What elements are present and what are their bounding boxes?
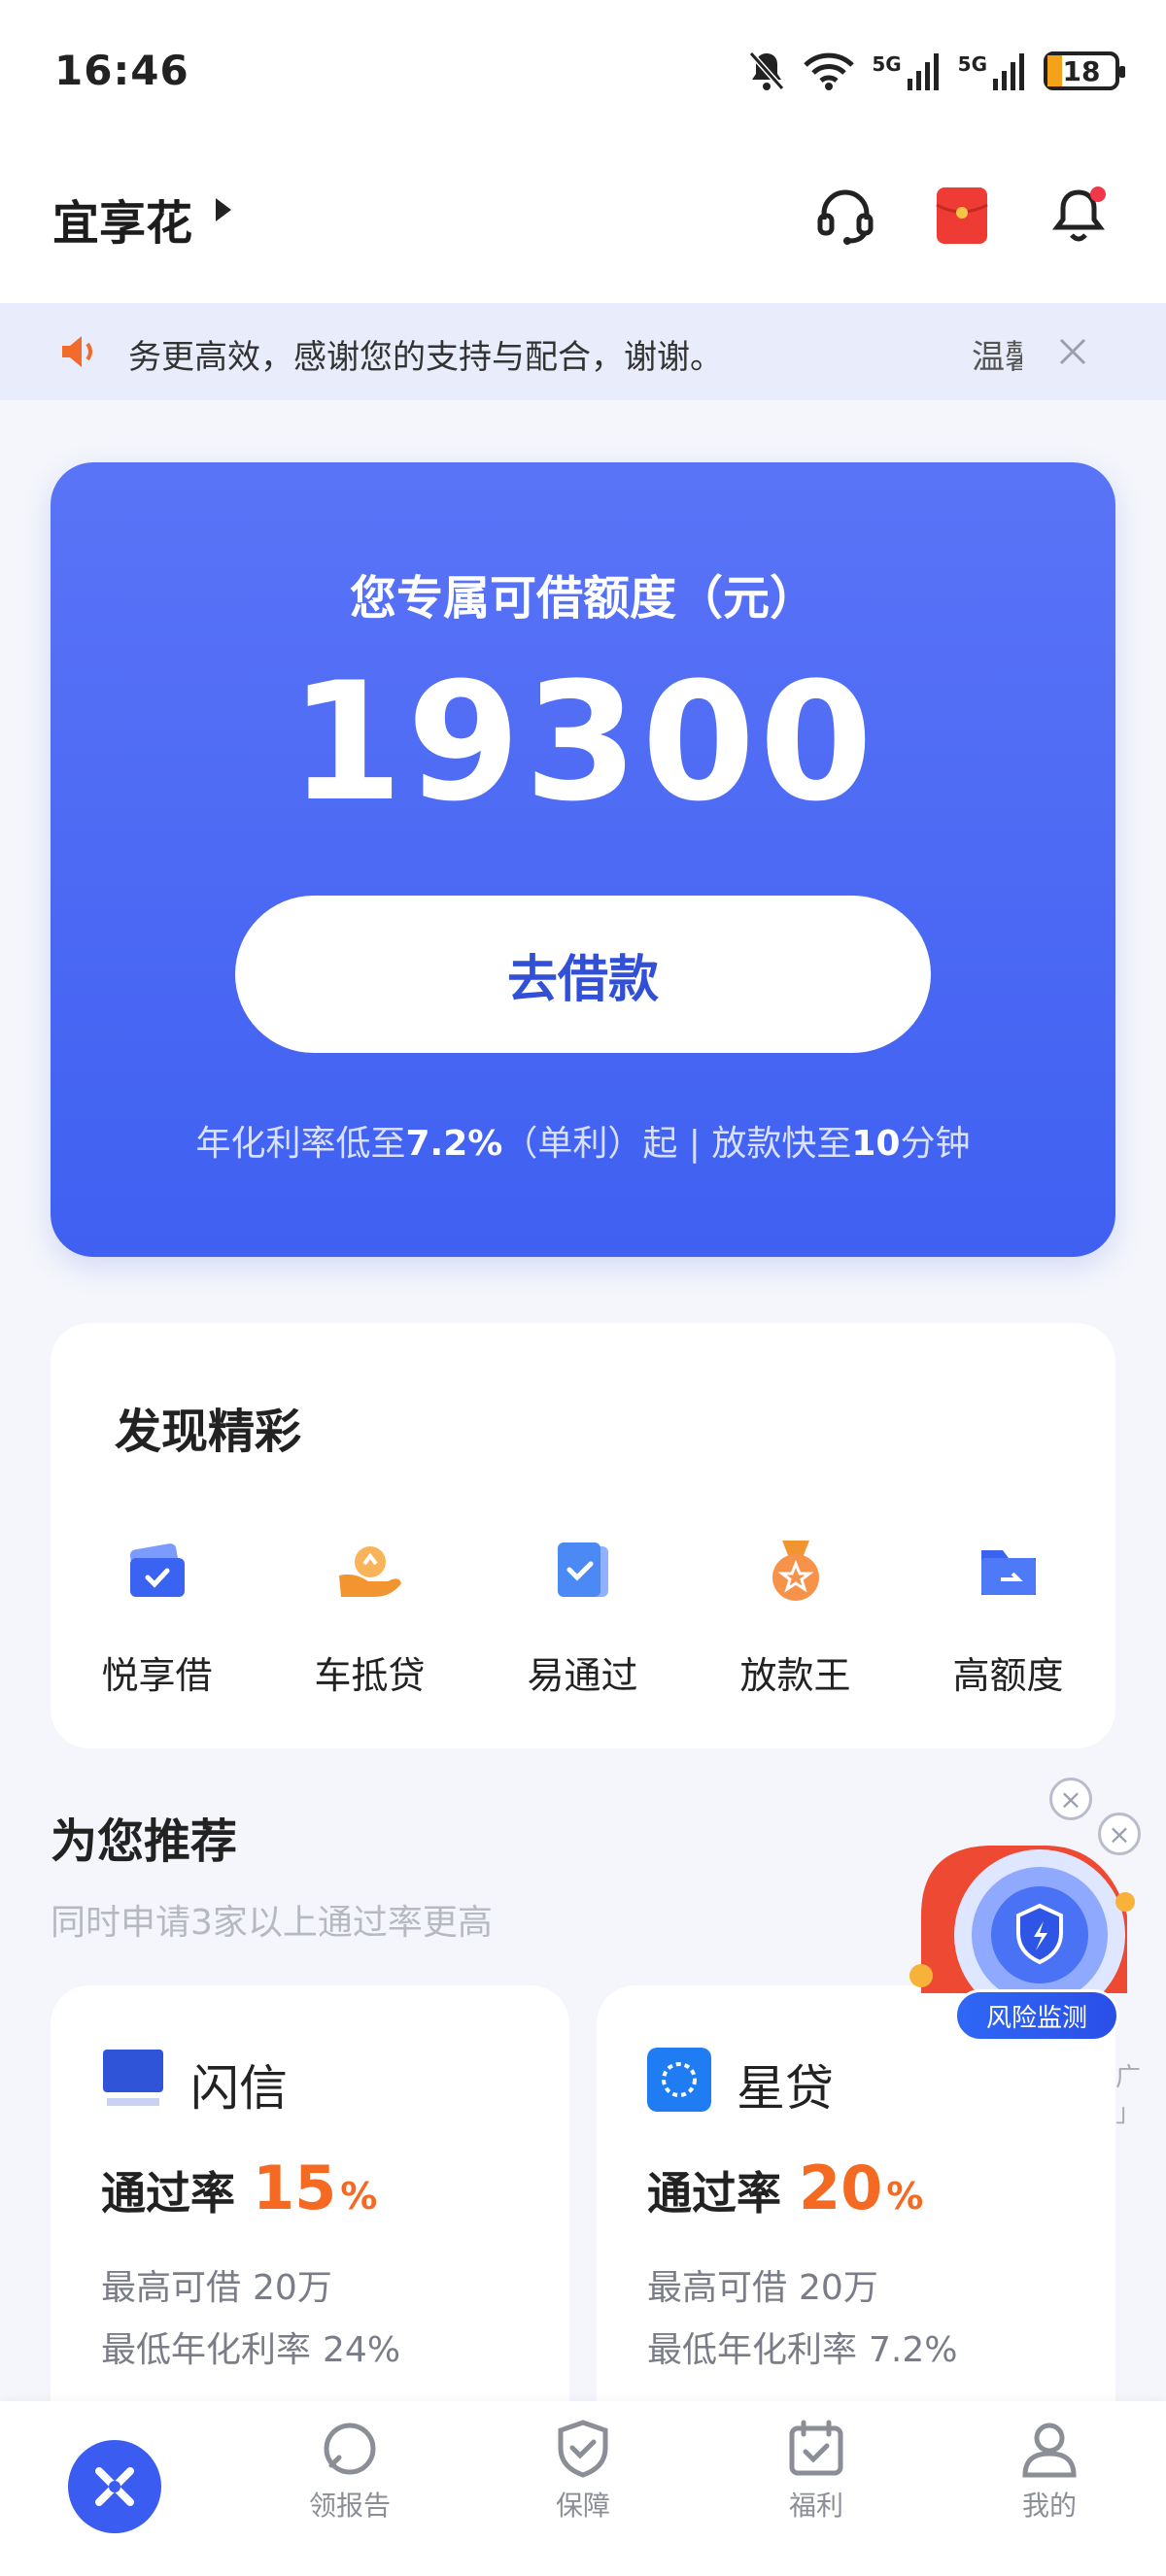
document-check-icon: [557, 1542, 608, 1597]
discover-item-gaoedu[interactable]: 高额度: [902, 1537, 1115, 1699]
hand-coin-icon: [338, 1546, 401, 1597]
discover-item-label: 悦享借: [101, 1654, 213, 1697]
nav-home[interactable]: [68, 2440, 161, 2533]
nav-mine[interactable]: 我的: [972, 2417, 1127, 2524]
signal-5g-icon: [993, 53, 1024, 90]
footnote-part2: （单利）起 | 放款快至: [502, 1124, 852, 1164]
shanxin-logo-icon: [101, 2048, 165, 2112]
discover-item-label: 车抵贷: [314, 1654, 426, 1697]
signal-5g-icon: [907, 53, 939, 90]
nav-protection[interactable]: 保障: [505, 2417, 661, 2524]
credit-footnote: 年化利率低至7.2%（单利）起 | 放款快至10分钟: [51, 1115, 1115, 1166]
battery-level: 18: [1062, 54, 1101, 87]
app-page: 16:46 5G 5G 18 宜享花 务更高效，感谢您的支持与配合，谢谢。 温馨…: [0, 0, 1166, 2576]
xingdai-logo-icon: [647, 2048, 711, 2112]
pass-rate-value: 20: [799, 2152, 883, 2223]
app-title[interactable]: 宜享花: [52, 185, 192, 253]
discover-item-fangkuanwang[interactable]: 放款王: [689, 1537, 902, 1699]
shield-icon: [558, 2420, 608, 2478]
product-name: 星贷: [737, 2060, 834, 2117]
home-logo-icon: [95, 2467, 134, 2506]
discover-item-label: 放款王: [739, 1654, 851, 1697]
signal-2-label: 5G: [957, 52, 987, 76]
recommend-subtitle: 同时申请3家以上通过率更高: [51, 1903, 493, 1943]
close-icon[interactable]: ×: [1049, 1778, 1092, 1820]
pass-rate-value: 15: [253, 2152, 337, 2223]
pass-rate-row: 通过率 20 %: [647, 2152, 923, 2223]
nav-label: 领报告: [308, 2490, 391, 2522]
nav-welfare[interactable]: 福利: [738, 2417, 894, 2524]
medal-icon: [772, 1541, 819, 1601]
report-icon: [324, 2423, 376, 2475]
app-header: 宜享花: [0, 146, 1166, 303]
max-amount-row: 最高可借 20万: [101, 2259, 332, 2310]
wifi-icon: [804, 52, 855, 90]
status-time: 16:46: [54, 47, 189, 94]
pass-rate-row: 通过率 15 %: [101, 2152, 377, 2223]
status-bar: 16:46 5G 5G 18: [0, 0, 1166, 146]
headset-icon[interactable]: [810, 181, 880, 251]
mute-bell-icon: [749, 51, 785, 90]
footnote-part1: 年化利率低至: [195, 1124, 406, 1164]
bell-icon[interactable]: [1044, 181, 1114, 251]
footnote-minutes: 10: [851, 1124, 901, 1164]
battery-icon: 18: [1044, 51, 1125, 90]
close-icon[interactable]: ×: [1098, 1813, 1141, 1855]
close-icon[interactable]: [1053, 332, 1092, 371]
risk-monitor-widget[interactable]: × × 风险监测: [904, 1778, 1141, 2051]
max-amount-label: 最高可借: [101, 2268, 242, 2308]
nav-report[interactable]: 领报告: [272, 2417, 428, 2524]
signal-1-label: 5G: [872, 52, 902, 76]
notice-text: 务更高效，感谢您的支持与配合，谢谢。: [128, 338, 723, 377]
max-amount-value: 20万: [253, 2268, 332, 2308]
footnote-part3: 分钟: [900, 1124, 971, 1164]
credit-limit-amount: 19300: [289, 647, 877, 837]
max-amount-value: 20万: [799, 2268, 878, 2308]
speaker-icon: [62, 336, 92, 367]
max-amount-label: 最高可借: [647, 2268, 788, 2308]
credit-limit-label: 您专属可借额度（元）: [349, 571, 816, 626]
min-rate-label: 最低年化利率: [101, 2330, 312, 2370]
caret-right-icon[interactable]: [216, 198, 231, 221]
discover-item-chedidai[interactable]: 车抵贷: [263, 1537, 476, 1699]
discover-items: 悦享借 车抵贷 易通过 放款王 高额度: [51, 1537, 1115, 1699]
credit-limit-card: 您专属可借额度（元） 19300 去借款 年化利率低至7.2%（单利）起 | 放…: [51, 462, 1115, 1257]
red-packet-icon[interactable]: [927, 181, 997, 251]
bottom-nav: 领报告 保障 福利 我的: [0, 2401, 1166, 2576]
min-rate-value: 7.2%: [869, 2330, 958, 2370]
pass-rate-label: 通过率: [101, 2167, 235, 2220]
min-rate-value: 24%: [323, 2330, 401, 2370]
status-icons: 5G 5G 18: [747, 47, 1125, 95]
discover-item-yitongguo[interactable]: 易通过: [476, 1537, 689, 1699]
discover-item-label: 易通过: [527, 1654, 638, 1697]
calendar-icon: [789, 2420, 843, 2476]
pass-rate-unit: %: [886, 2175, 924, 2218]
nav-label: 福利: [788, 2490, 843, 2522]
risk-monitor-label[interactable]: 风险监测: [954, 1989, 1119, 2042]
pass-rate-label: 通过率: [647, 2167, 781, 2220]
nav-label: 我的: [1021, 2490, 1077, 2522]
discover-item-yuexiangjie[interactable]: 悦享借: [51, 1537, 263, 1699]
min-rate-row: 最低年化利率 7.2%: [647, 2322, 957, 2372]
min-rate-label: 最低年化利率: [647, 2330, 858, 2370]
recommend-title: 为您推荐: [51, 1814, 238, 1869]
folder-icon: [980, 1550, 1036, 1595]
discover-title: 发现精彩: [115, 1405, 302, 1459]
profile-icon: [1022, 2423, 1077, 2478]
footnote-rate: 7.2%: [405, 1124, 503, 1164]
discover-item-label: 高额度: [952, 1654, 1064, 1697]
min-rate-row: 最低年化利率 24%: [101, 2322, 400, 2372]
discover-section: 发现精彩 悦享借 车抵贷 易通过 放款王 高额度: [51, 1323, 1115, 1748]
wallet-check-icon: [129, 1543, 185, 1597]
product-name: 闪信: [190, 2060, 288, 2117]
notice-bar[interactable]: 务更高效，感谢您的支持与配合，谢谢。 温馨: [0, 303, 1166, 400]
borrow-button[interactable]: 去借款: [235, 896, 931, 1053]
notice-text-tail: 温馨: [972, 338, 1022, 377]
max-amount-row: 最高可借 20万: [647, 2259, 878, 2310]
nav-label: 保障: [555, 2490, 610, 2522]
pass-rate-unit: %: [340, 2175, 378, 2218]
